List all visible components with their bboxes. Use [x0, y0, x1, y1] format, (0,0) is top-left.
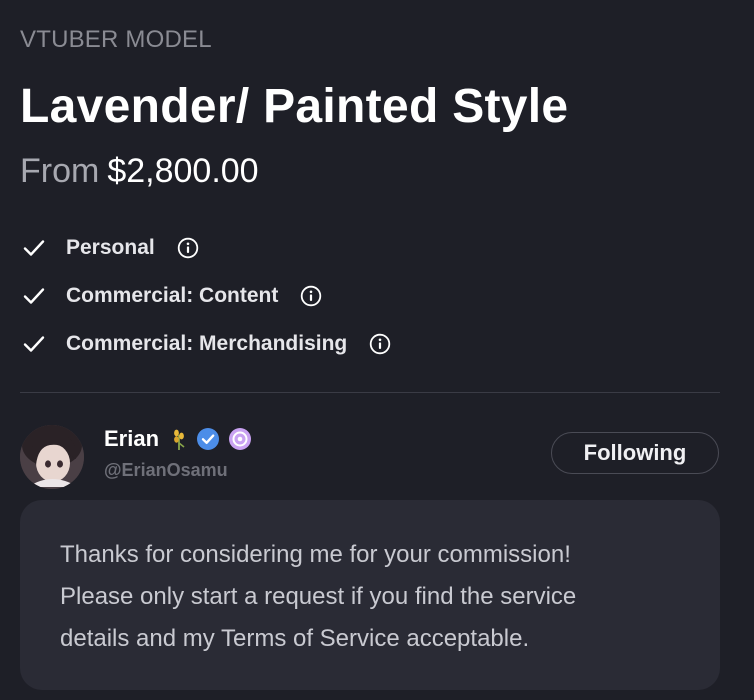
purple-coin-icon [228, 427, 252, 451]
artist-name[interactable]: Erian [104, 426, 159, 452]
artist-message-card: Thanks for considering me for your commi… [20, 500, 720, 690]
price-value: $2,800.00 [107, 152, 259, 190]
check-icon [20, 330, 48, 358]
following-button[interactable]: Following [551, 432, 719, 474]
wheat-emoji-icon [170, 427, 188, 451]
price-prefix: From [20, 152, 100, 190]
listing-category: VTUBER MODEL [20, 26, 212, 53]
avatar[interactable] [20, 425, 84, 489]
artist-badges [170, 426, 260, 452]
license-item-commercial-merchandising: Commercial: Merchandising [20, 320, 720, 368]
license-item-personal: Personal [20, 224, 720, 272]
license-label: Commercial: Merchandising [66, 332, 348, 355]
listing-title: Lavender/ Painted Style [20, 80, 569, 133]
verified-check-icon [196, 427, 220, 451]
license-list: Personal Commercial: Content Commercial:… [20, 224, 720, 368]
message-line: Please only start a request if you find … [60, 583, 577, 610]
license-label: Personal [66, 236, 155, 259]
license-item-commercial-content: Commercial: Content [20, 272, 720, 320]
section-divider [20, 392, 720, 393]
info-icon[interactable] [369, 333, 391, 355]
info-icon[interactable] [177, 237, 199, 259]
check-icon [20, 234, 48, 262]
info-icon[interactable] [300, 285, 322, 307]
license-label: Commercial: Content [66, 284, 279, 307]
check-icon [20, 282, 48, 310]
artist-handle[interactable]: @ErianOsamu [104, 460, 228, 481]
message-line: details and my Terms of Service acceptab… [60, 625, 530, 652]
price-row: From $2,800.00 [20, 152, 259, 191]
message-line: Thanks for considering me for your commi… [60, 541, 571, 568]
